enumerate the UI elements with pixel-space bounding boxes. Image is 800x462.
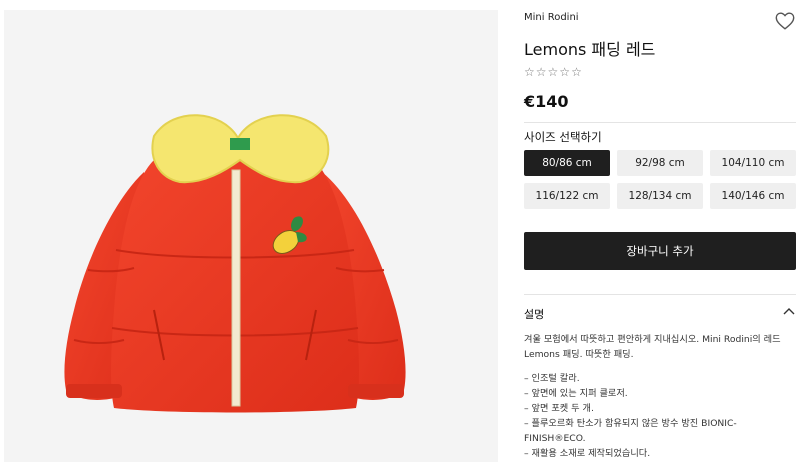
size-option-104-110[interactable]: 104/110 cm xyxy=(710,150,796,176)
star-icon: ☆ xyxy=(524,65,535,79)
description-bullet: – 재활용 소재로 제작되었습니다. xyxy=(524,448,651,459)
size-option-80-86[interactable]: 80/86 cm xyxy=(524,150,610,176)
heart-outline-icon[interactable] xyxy=(774,10,796,32)
description-bullet: – 인조털 칼라. xyxy=(524,373,580,384)
product-image[interactable] xyxy=(4,10,498,462)
rating-stars[interactable]: ☆ ☆ ☆ ☆ ☆ xyxy=(524,66,582,78)
description-intro: Lemons 패딩. 따뜻한 패딩. xyxy=(524,349,634,360)
star-icon: ☆ xyxy=(571,65,582,79)
description-bullet: – 앞면 포켓 두 개. xyxy=(524,403,594,414)
description-toggle[interactable]: 설명 xyxy=(524,298,796,324)
product-price: €140 xyxy=(524,92,569,111)
divider xyxy=(524,294,796,295)
size-option-128-134[interactable]: 128/134 cm xyxy=(617,183,703,209)
size-selector-label: 사이즈 선택하기 xyxy=(524,130,602,144)
divider xyxy=(524,122,796,123)
product-info-panel: Mini Rodini Lemons 패딩 레드 ☆ ☆ ☆ ☆ ☆ €140 … xyxy=(524,0,800,462)
description-bullet: – 플루오르화 탄소가 함유되지 않은 방수 방진 BIONIC- xyxy=(524,418,737,429)
jacket-illustration xyxy=(64,114,406,413)
size-option-116-122[interactable]: 116/122 cm xyxy=(524,183,610,209)
description-bullet: – 앞면에 있는 지퍼 클로저. xyxy=(524,388,628,399)
description-text: 겨울 모험에서 따뜻하고 편안하게 지내십시오. Mini Rodini의 레드… xyxy=(524,332,796,461)
add-to-cart-button[interactable]: 장바구니 추가 xyxy=(524,232,796,270)
description-intro: 겨울 모험에서 따뜻하고 편안하게 지내십시오. Mini Rodini의 레드 xyxy=(524,334,781,345)
product-title: Lemons 패딩 레드 xyxy=(524,40,656,59)
star-icon: ☆ xyxy=(547,65,559,79)
star-icon: ☆ xyxy=(559,65,571,79)
brand-link[interactable]: Mini Rodini xyxy=(524,12,579,23)
description-heading: 설명 xyxy=(524,308,545,321)
description-bullet: FINISH®ECO. xyxy=(524,433,586,444)
chevron-up-icon xyxy=(783,308,795,315)
size-option-92-98[interactable]: 92/98 cm xyxy=(617,150,703,176)
size-option-140-146[interactable]: 140/146 cm xyxy=(710,183,796,209)
star-icon: ☆ xyxy=(535,65,547,79)
